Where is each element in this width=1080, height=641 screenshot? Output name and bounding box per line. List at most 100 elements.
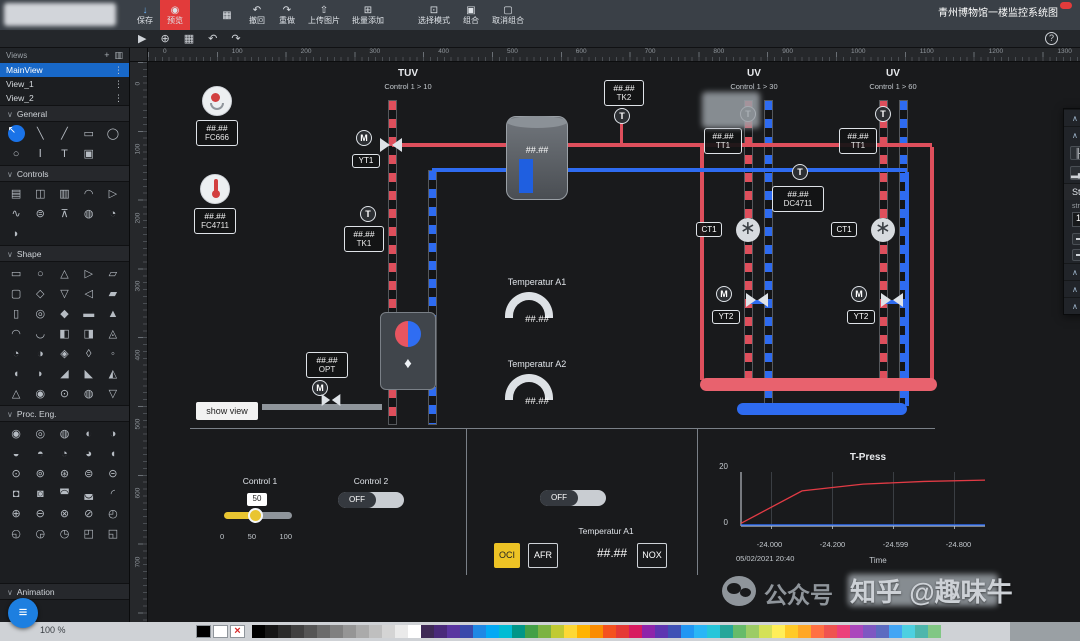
shape-icon[interactable]: ◗ bbox=[28, 364, 52, 383]
color-swatch[interactable] bbox=[902, 625, 915, 638]
align-left-icon[interactable]: ╟ bbox=[1070, 146, 1080, 160]
number-display-widget-icon[interactable]: ▤ bbox=[4, 184, 28, 203]
fc666-sensor-icon[interactable] bbox=[202, 86, 232, 116]
view-options-kebab-icon[interactable]: ⋮ bbox=[114, 93, 123, 104]
proc-eng-icon[interactable]: ⊝ bbox=[101, 464, 125, 483]
color-swatch[interactable] bbox=[928, 625, 941, 638]
color-swatch[interactable] bbox=[876, 625, 889, 638]
section-general[interactable]: ∨ General bbox=[0, 105, 129, 122]
proc-eng-icon[interactable]: ◘ bbox=[4, 484, 28, 503]
control2-toggle[interactable]: OFF bbox=[338, 492, 404, 508]
shape-icon[interactable]: ◉ bbox=[28, 384, 52, 403]
shape-icon[interactable]: △ bbox=[4, 384, 28, 403]
color-swatch[interactable] bbox=[486, 625, 499, 638]
stroke-width-input[interactable]: 1 bbox=[1072, 212, 1080, 227]
proc-eng-icon[interactable]: ◎ bbox=[28, 424, 52, 443]
pencil-tool-icon[interactable]: ╱ bbox=[52, 124, 76, 143]
shape-icon[interactable]: ▢ bbox=[4, 284, 28, 303]
color-swatch[interactable] bbox=[265, 625, 278, 638]
color-swatch[interactable] bbox=[330, 625, 343, 638]
cursor-tool-icon[interactable]: ↖ bbox=[4, 124, 28, 143]
color-swatch[interactable] bbox=[915, 625, 928, 638]
proc-eng-icon[interactable]: ⊗ bbox=[52, 504, 76, 523]
white-color-swatch[interactable] bbox=[213, 625, 228, 638]
color-swatch[interactable] bbox=[889, 625, 902, 638]
shape-icon[interactable]: ◈ bbox=[52, 344, 76, 363]
no-color-swatch[interactable]: × bbox=[230, 625, 245, 638]
proc-eng-icon[interactable]: ⊛ bbox=[52, 464, 76, 483]
device-tk1[interactable]: ##.## TK1 bbox=[344, 226, 384, 252]
import-view-icon[interactable]: ▥ bbox=[114, 50, 123, 60]
gauge-a2-label[interactable]: Temperatur A2 bbox=[477, 359, 597, 369]
device-opt[interactable]: ##.## OPT bbox=[306, 352, 348, 378]
tk1-sensor-icon[interactable]: T bbox=[360, 206, 376, 222]
afr-button[interactable]: AFR bbox=[528, 543, 558, 568]
align-section-header[interactable]: ∧Align bbox=[1064, 126, 1080, 143]
station-condition-uv2[interactable]: Control 1 > 60 bbox=[848, 82, 938, 91]
gauge-a1-label[interactable]: Temperatur A1 bbox=[477, 277, 597, 287]
proc-eng-icon[interactable]: ⊚ bbox=[28, 464, 52, 483]
redo-button[interactable]: ↷ 重做 bbox=[272, 0, 302, 30]
switch-widget-icon[interactable]: ⊜ bbox=[28, 204, 52, 223]
color-swatch[interactable] bbox=[564, 625, 577, 638]
zoom-icon[interactable]: ⊕ bbox=[160, 31, 169, 47]
grid-view-button[interactable]: ▦ bbox=[212, 0, 242, 30]
color-swatch[interactable] bbox=[447, 625, 460, 638]
color-swatch[interactable] bbox=[824, 625, 837, 638]
proc-eng-icon[interactable]: ◓ bbox=[28, 444, 52, 463]
save-button[interactable]: ↓ 保存 bbox=[130, 0, 160, 30]
color-swatch[interactable] bbox=[798, 625, 811, 638]
shape-icon[interactable]: ◭ bbox=[101, 364, 125, 383]
color-swatch[interactable] bbox=[369, 625, 382, 638]
proc-eng-icon[interactable]: ◕ bbox=[77, 444, 101, 463]
shape-icon[interactable]: ▲ bbox=[101, 304, 125, 323]
proc-eng-icon[interactable]: ◍ bbox=[52, 424, 76, 443]
proc-eng-icon[interactable]: ◱ bbox=[101, 524, 125, 543]
tt1b-sensor-icon[interactable]: T bbox=[875, 106, 891, 122]
zoom-level[interactable]: 100 % bbox=[40, 625, 66, 635]
valve-widget-icon[interactable]: ⊼ bbox=[52, 204, 76, 223]
meter-widget-icon[interactable]: ◔ bbox=[101, 204, 125, 223]
section-shape[interactable]: ∨ Shape bbox=[0, 245, 129, 262]
text-tool-icon[interactable]: T bbox=[52, 144, 76, 163]
proc-eng-icon[interactable]: ◴ bbox=[101, 504, 125, 523]
play-icon[interactable]: ▶ bbox=[138, 31, 146, 47]
pump-widget-icon[interactable]: ◍ bbox=[77, 204, 101, 223]
proc-eng-icon[interactable]: ◙ bbox=[28, 484, 52, 503]
device-fc666[interactable]: ##.## FC666 bbox=[196, 120, 238, 146]
circle-tool-icon[interactable]: ◯ bbox=[101, 124, 125, 143]
shape-icon[interactable]: ▱ bbox=[101, 264, 125, 283]
shape-icon[interactable]: ◊ bbox=[77, 344, 101, 363]
yt1-valve-icon[interactable] bbox=[380, 138, 402, 152]
color-swatch[interactable] bbox=[252, 625, 265, 638]
proc-eng-icon[interactable]: ⊙ bbox=[4, 464, 28, 483]
progress-bar-widget-icon[interactable]: ▥ bbox=[52, 184, 76, 203]
color-swatch[interactable] bbox=[343, 625, 356, 638]
shape-icon[interactable]: ▬ bbox=[77, 304, 101, 323]
shape-icon[interactable]: ◣ bbox=[77, 364, 101, 383]
yt1-label[interactable]: YT1 bbox=[352, 154, 380, 168]
view-item-view_1[interactable]: View_1 ⋮ bbox=[0, 77, 129, 91]
view-item-mainview[interactable]: MainView ⋮ bbox=[0, 63, 129, 77]
shape-icon[interactable]: ▽ bbox=[101, 384, 125, 403]
proc-eng-icon[interactable]: ⊕ bbox=[4, 504, 28, 523]
color-swatch[interactable] bbox=[642, 625, 655, 638]
view-options-kebab-icon[interactable]: ⋮ bbox=[114, 65, 123, 76]
yt2a-label[interactable]: YT2 bbox=[712, 310, 740, 324]
proc-eng-icon[interactable]: ⊖ bbox=[28, 504, 52, 523]
blue-drop-line[interactable] bbox=[905, 172, 909, 406]
device-fc4711[interactable]: ##.## FC4711 bbox=[194, 208, 236, 234]
shape-icon[interactable]: ◢ bbox=[52, 364, 76, 383]
humidifier-device[interactable]: ♦ bbox=[380, 312, 436, 390]
proc-eng-icon[interactable]: ◑ bbox=[101, 424, 125, 443]
view-options-kebab-icon[interactable]: ⋮ bbox=[114, 79, 123, 90]
yt2a-valve-icon[interactable] bbox=[746, 293, 768, 307]
color-swatch[interactable] bbox=[382, 625, 395, 638]
shape-icon[interactable]: ◔ bbox=[4, 344, 28, 363]
color-swatch[interactable] bbox=[460, 625, 473, 638]
redo-quick-icon[interactable]: ↷ bbox=[231, 31, 240, 47]
shape-icon[interactable]: ◦ bbox=[101, 344, 125, 363]
control1-slider-knob[interactable] bbox=[248, 508, 263, 523]
help-icon[interactable]: ? bbox=[1045, 32, 1058, 45]
color-swatch[interactable] bbox=[317, 625, 330, 638]
